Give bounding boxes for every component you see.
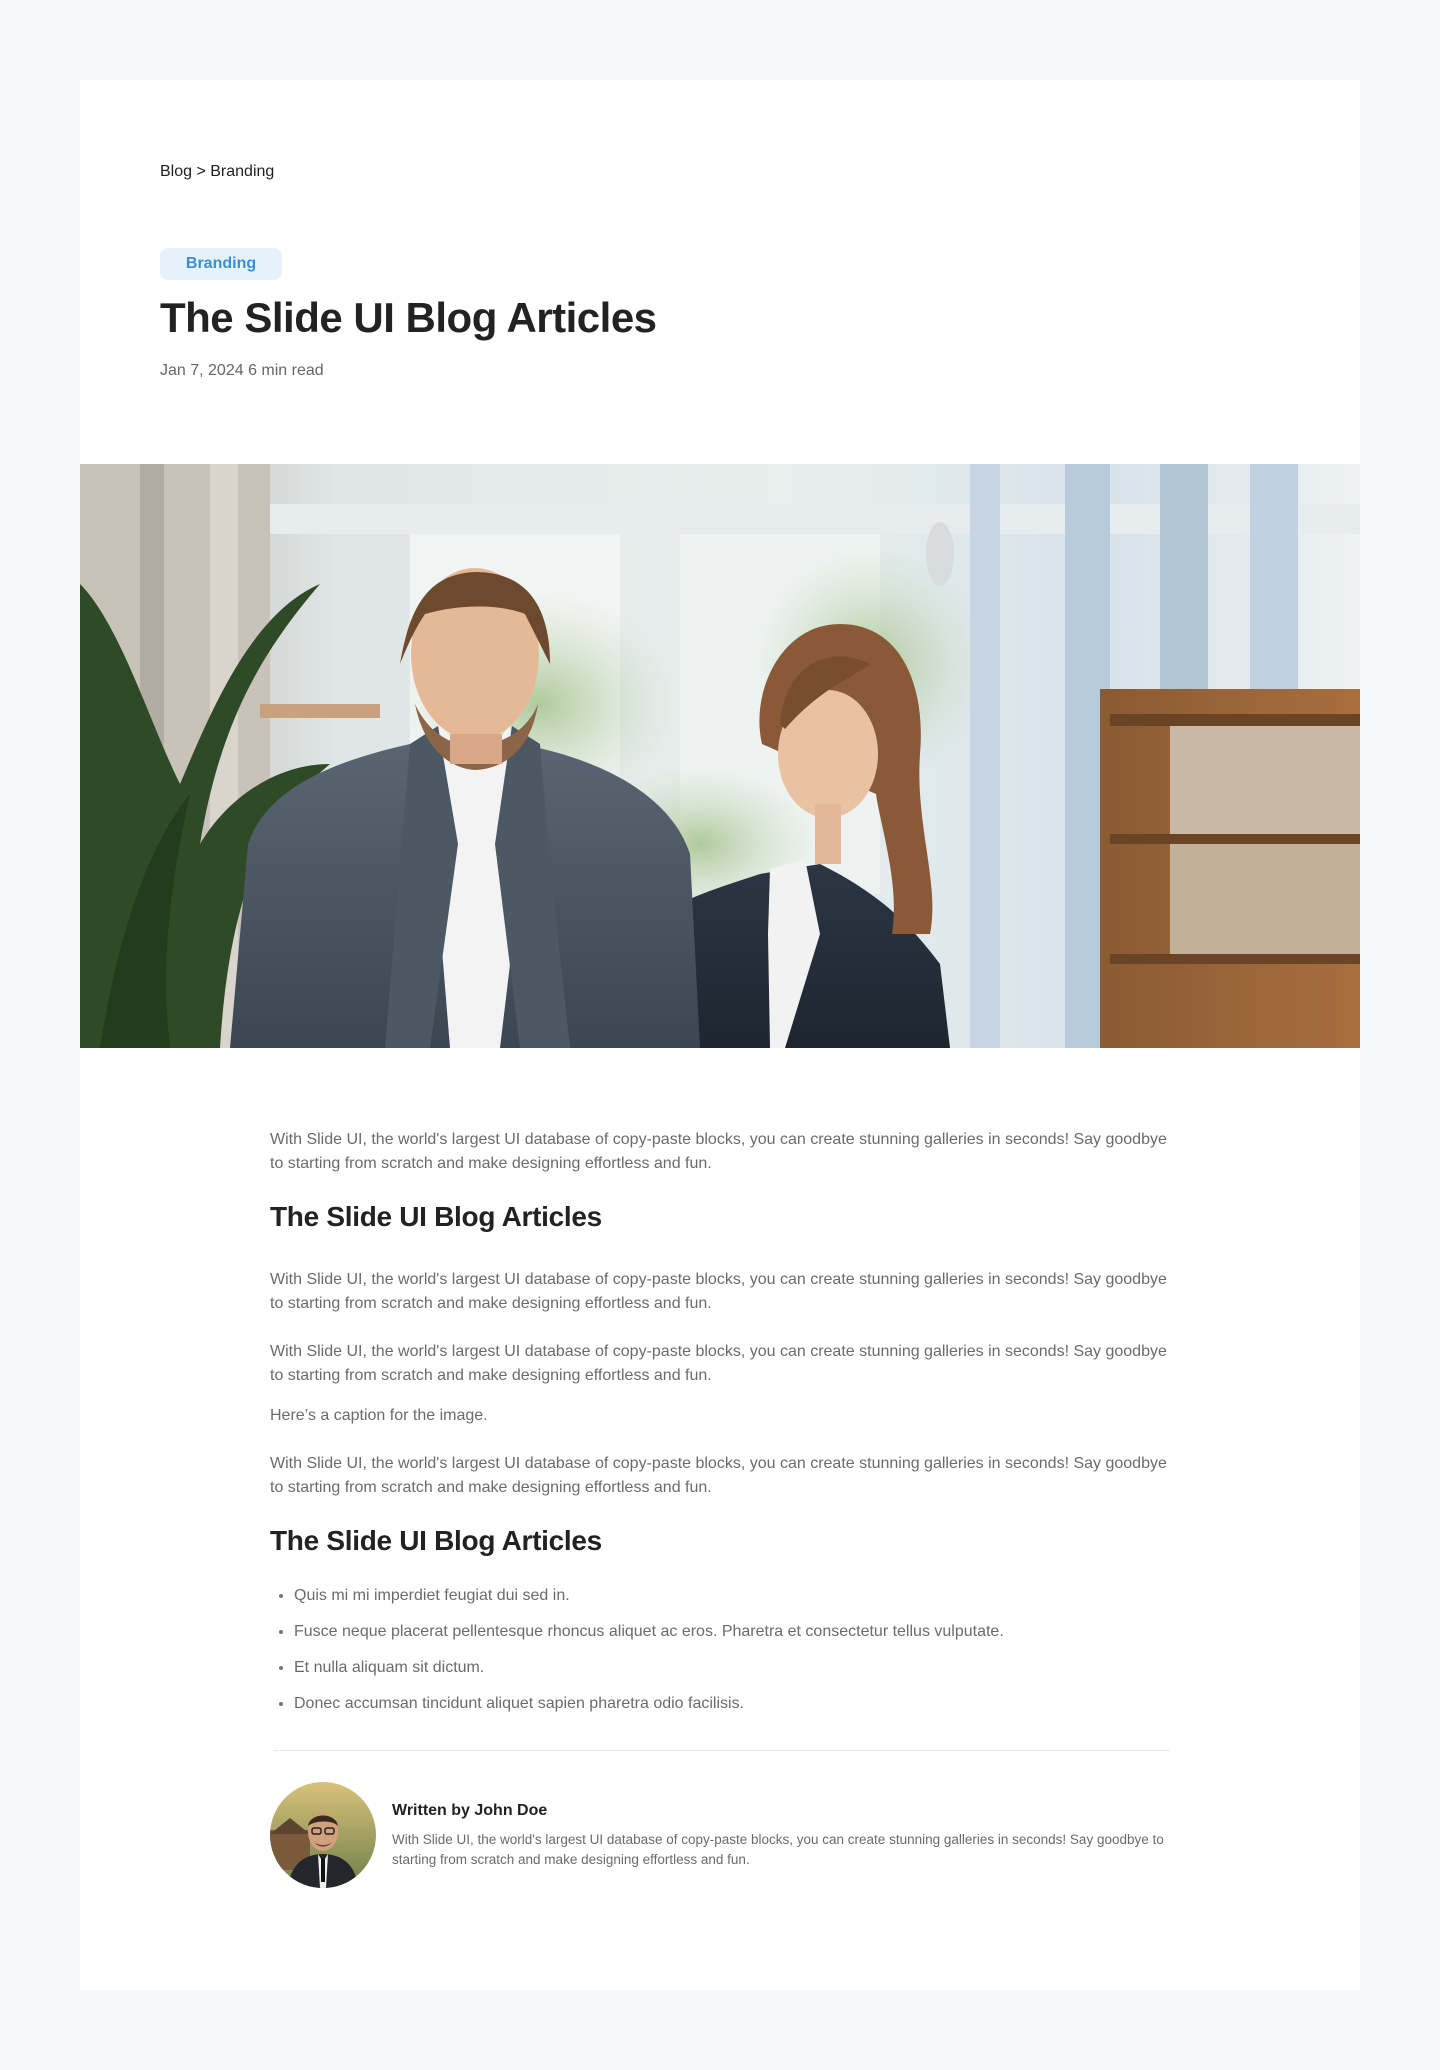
hero-photo-illustration (80, 464, 1360, 1048)
author-bio: With Slide UI, the world's largest UI da… (392, 1832, 1164, 1867)
list-item: Quis mi mi imperdiet feugiat dui sed in. (294, 1584, 1170, 1608)
article-meta: Jan 7, 2024 6 min read (160, 362, 324, 379)
image-caption: Here’s a caption for the image. (270, 1407, 488, 1424)
section-heading: The Slide UI Blog Articles (270, 1201, 602, 1232)
category-tag[interactable]: Branding (160, 248, 282, 280)
author-avatar-image (270, 1782, 376, 1888)
article-body: With Slide UI, the world's largest UI da… (270, 1128, 1170, 1888)
paragraph: With Slide UI, the world's largest UI da… (270, 1271, 1167, 1312)
avatar[interactable] (270, 1782, 376, 1888)
author-box: Written by John Doe With Slide UI, the w… (270, 1782, 1170, 1888)
paragraph: With Slide UI, the world's largest UI da… (270, 1343, 1167, 1384)
hero-image (80, 464, 1360, 1048)
list-item: Et nulla aliquam sit dictum. (294, 1656, 1170, 1680)
section-heading: The Slide UI Blog Articles (270, 1525, 602, 1556)
article-card: Blog > Branding Branding The Slide UI Bl… (80, 80, 1360, 1990)
page-title: The Slide UI Blog Articles (160, 294, 657, 341)
bullet-list: Quis mi mi imperdiet feugiat dui sed in.… (270, 1584, 1170, 1716)
breadcrumb[interactable]: Blog > Branding (160, 163, 274, 181)
intro-paragraph: With Slide UI, the world's largest UI da… (270, 1131, 1167, 1172)
paragraph: With Slide UI, the world's largest UI da… (270, 1455, 1167, 1496)
list-item: Fusce neque placerat pellentesque rhoncu… (294, 1620, 1170, 1644)
list-item: Donec accumsan tincidunt aliquet sapien … (294, 1692, 1170, 1716)
author-name: Written by John Doe (392, 1802, 548, 1819)
